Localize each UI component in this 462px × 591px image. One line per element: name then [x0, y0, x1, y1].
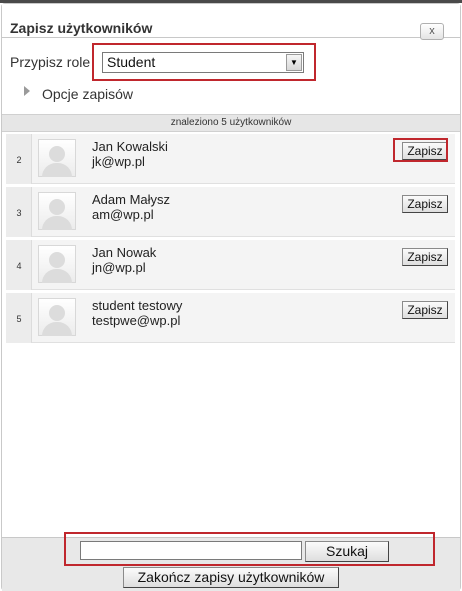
list-item: 4 Jan Nowak jn@wp.pl Zapisz: [6, 240, 455, 290]
avatar-body: [42, 269, 72, 283]
avatar-head: [49, 146, 65, 162]
avatar: [38, 192, 76, 230]
avatar-body: [42, 216, 72, 230]
search-highlight-box: [64, 532, 435, 566]
assign-role-label: Przypisz role: [10, 54, 91, 70]
avatar: [38, 298, 76, 336]
close-icon: x: [429, 25, 435, 37]
row-number: 3: [16, 208, 22, 218]
avatar-head: [49, 305, 65, 321]
avatar: [38, 245, 76, 283]
row-number: 5: [16, 314, 22, 324]
user-email: jn@wp.pl: [92, 260, 146, 275]
row-number: 2: [16, 155, 22, 165]
avatar-head: [49, 199, 65, 215]
avatar-body: [42, 163, 72, 177]
avatar: [38, 139, 76, 177]
user-name: Adam Małysz: [92, 192, 171, 207]
expand-triangle-icon[interactable]: [24, 86, 30, 96]
user-name: Jan Kowalski: [92, 139, 168, 154]
enrolment-options-toggle[interactable]: Opcje zapisów: [42, 86, 133, 102]
user-email: testpwe@wp.pl: [92, 313, 181, 328]
enrol-button[interactable]: Zapisz: [402, 195, 448, 213]
close-button[interactable]: x: [420, 23, 444, 40]
finish-enrolling-button[interactable]: Zakończ zapisy użytkowników: [123, 567, 339, 588]
enrol-button-highlight-box: [393, 138, 448, 162]
avatar-head: [49, 252, 65, 268]
list-item: 3 Adam Małysz am@wp.pl Zapisz: [6, 187, 455, 237]
user-name: Jan Nowak: [92, 245, 157, 260]
dialog-title: Zapisz użytkowników: [10, 20, 153, 36]
enrol-button[interactable]: Zapisz: [402, 248, 448, 266]
results-count-text: znaleziono 5 użytkowników: [170, 117, 292, 128]
user-email: am@wp.pl: [92, 207, 154, 222]
enrol-button[interactable]: Zapisz: [402, 301, 448, 319]
row-number: 4: [16, 261, 22, 271]
user-name: student testowy: [92, 298, 183, 313]
list-item: 2 Jan Kowalski jk@wp.pl Zapisz: [6, 134, 455, 184]
role-highlight-box: [92, 43, 316, 81]
avatar-body: [42, 322, 72, 336]
user-email: jk@wp.pl: [92, 154, 145, 169]
list-item: 5 student testowy testpwe@wp.pl Zapisz: [6, 293, 455, 343]
